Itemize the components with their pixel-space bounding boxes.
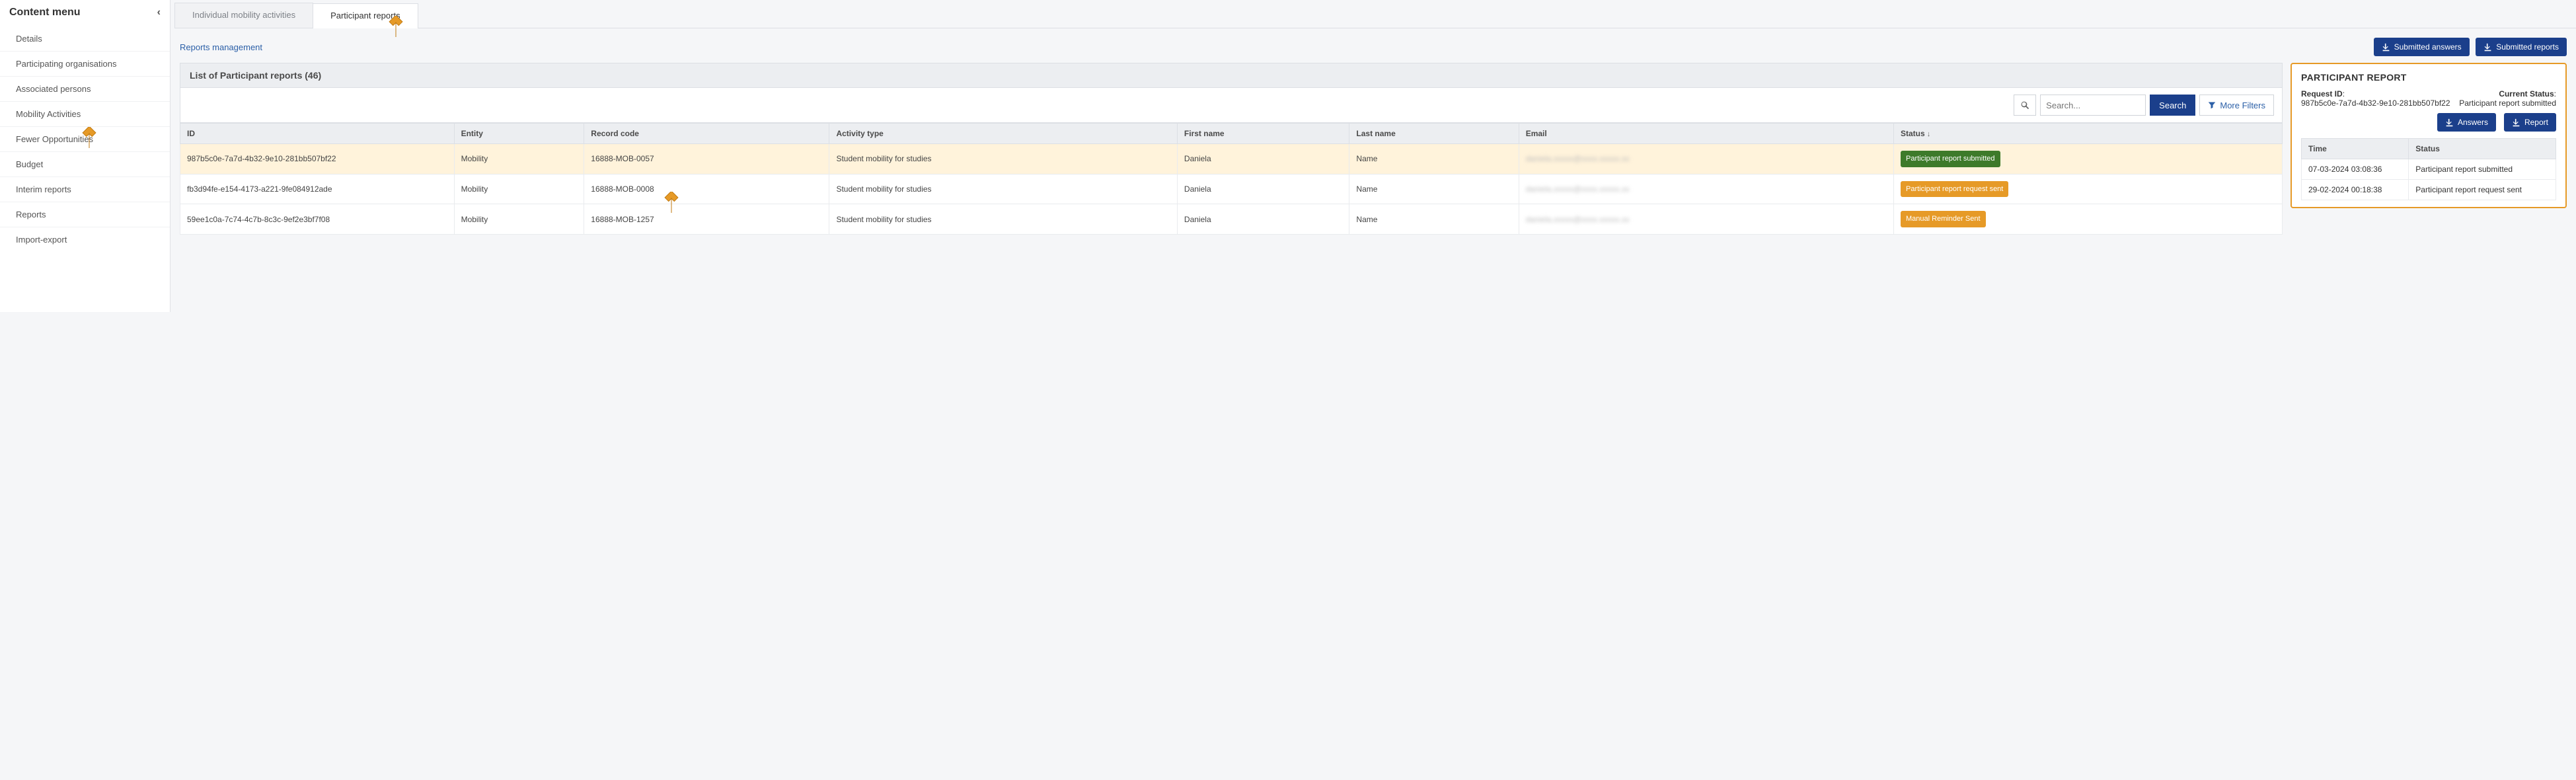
search-input[interactable]	[2040, 95, 2146, 116]
tab-participant-reports[interactable]: Participant reports	[313, 3, 418, 28]
sidebar-item-import-export[interactable]: Import-export	[0, 227, 170, 252]
col-activity[interactable]: Activity type	[829, 124, 1177, 144]
table-row[interactable]: 59ee1c0a-7c74-4c7b-8c3c-9ef2e3bf7f08Mobi…	[180, 204, 2283, 235]
download-icon	[2445, 118, 2454, 127]
report-button[interactable]: Report	[2504, 113, 2556, 132]
sidebar-item-associated-persons[interactable]: Associated persons	[0, 76, 170, 101]
more-filters-label: More Filters	[2220, 100, 2265, 110]
table-row[interactable]: fb3d94fe-e154-4173-a221-9fe084912adeMobi…	[180, 174, 2283, 204]
history-row: 29-02-2024 00:18:38Participant report re…	[2302, 180, 2556, 200]
cell-id: 59ee1c0a-7c74-4c7b-8c3c-9ef2e3bf7f08	[180, 204, 455, 235]
cell-status: Participant report request sent	[1894, 174, 2283, 204]
sidebar-item-mobility-activities[interactable]: Mobility Activities	[0, 101, 170, 126]
request-id-label: Request ID	[2301, 89, 2343, 98]
download-icon	[2483, 43, 2492, 52]
content-menu-sidebar: Content menu ‹ DetailsParticipating orga…	[0, 0, 170, 312]
download-icon	[2512, 118, 2520, 127]
history-col-status[interactable]: Status	[2409, 139, 2556, 159]
col-first[interactable]: First name	[1177, 124, 1349, 144]
col-last[interactable]: Last name	[1349, 124, 1519, 144]
cell-activity: Student mobility for studies	[829, 144, 1177, 175]
list-title: List of Participant reports (46)	[180, 63, 2283, 88]
submitted-reports-button[interactable]: Submitted reports	[2476, 38, 2567, 56]
col-entity[interactable]: Entity	[454, 124, 584, 144]
cell-last: Name	[1349, 204, 1519, 235]
table-row[interactable]: 987b5c0e-7a7d-4b32-9e10-281bb507bf22Mobi…	[180, 144, 2283, 175]
cell-status: Manual Reminder Sent	[1894, 204, 2283, 235]
reports-table: ID Entity Record code Activity type Firs…	[180, 123, 2283, 235]
download-icon	[2382, 43, 2390, 52]
cell-entity: Mobility	[454, 174, 584, 204]
submitted-answers-label: Submitted answers	[2394, 42, 2462, 52]
sort-down-icon: ↓	[1927, 130, 1931, 138]
participant-reports-list: List of Participant reports (46) Search …	[180, 63, 2283, 235]
request-id-value: 987b5c0e-7a7d-4b32-9e10-281bb507bf22	[2301, 98, 2450, 108]
current-status-label: Current Status	[2499, 89, 2554, 98]
cell-last: Name	[1349, 174, 1519, 204]
cell-activity: Student mobility for studies	[829, 174, 1177, 204]
current-status-value: Participant report submitted	[2459, 98, 2556, 108]
tabs-bar: Individual mobility activities Participa…	[174, 3, 2576, 28]
sidebar-item-details[interactable]: Details	[0, 26, 170, 51]
sidebar-item-budget[interactable]: Budget	[0, 151, 170, 176]
cell-email: daniela.xxxxx@xxxx.xxxxx.xx	[1519, 144, 1893, 175]
history-status: Participant report request sent	[2409, 180, 2556, 200]
cell-last: Name	[1349, 144, 1519, 175]
cell-first: Daniela	[1177, 174, 1349, 204]
cell-entity: Mobility	[454, 204, 584, 235]
sidebar-item-interim-reports[interactable]: Interim reports	[0, 176, 170, 202]
col-id[interactable]: ID	[180, 124, 455, 144]
history-status: Participant report submitted	[2409, 159, 2556, 180]
sidebar-item-participating-organisations[interactable]: Participating organisations	[0, 51, 170, 76]
cell-entity: Mobility	[454, 144, 584, 175]
col-status[interactable]: Status↓	[1894, 124, 2283, 144]
sidebar-title: Content menu	[9, 7, 81, 19]
submitted-reports-label: Submitted reports	[2496, 42, 2559, 52]
tab-individual-mobility[interactable]: Individual mobility activities	[174, 3, 313, 28]
cell-first: Daniela	[1177, 204, 1349, 235]
collapse-sidebar-icon[interactable]: ‹	[157, 7, 161, 19]
answers-button[interactable]: Answers	[2437, 113, 2496, 132]
cell-email: daniela.xxxxx@xxxx.xxxxx.xx	[1519, 174, 1893, 204]
col-record[interactable]: Record code	[584, 124, 829, 144]
cell-id: 987b5c0e-7a7d-4b32-9e10-281bb507bf22	[180, 144, 455, 175]
more-filters-button[interactable]: More Filters	[2199, 95, 2274, 116]
history-col-time[interactable]: Time	[2302, 139, 2409, 159]
search-button[interactable]: Search	[2150, 95, 2195, 116]
sidebar-item-fewer-opportunities[interactable]: Fewer Opportunities	[0, 126, 170, 151]
main-area: Individual mobility activities Participa…	[170, 0, 2576, 312]
submitted-answers-button[interactable]: Submitted answers	[2374, 38, 2470, 56]
cell-id: fb3d94fe-e154-4173-a221-9fe084912ade	[180, 174, 455, 204]
cell-first: Daniela	[1177, 144, 1349, 175]
cell-record[interactable]: 16888-MOB-0057	[584, 144, 829, 175]
reports-management-link[interactable]: Reports management	[180, 42, 262, 52]
sidebar-item-reports[interactable]: Reports	[0, 202, 170, 227]
search-icon[interactable]	[2014, 95, 2036, 116]
answers-label: Answers	[2458, 118, 2488, 127]
history-table: Time Status 07-03-2024 03:08:36Participa…	[2301, 138, 2556, 200]
history-time: 29-02-2024 00:18:38	[2302, 180, 2409, 200]
cell-email: daniela.xxxxx@xxxx.xxxxx.xx	[1519, 204, 1893, 235]
filter-icon	[2208, 101, 2216, 109]
cell-activity: Student mobility for studies	[829, 204, 1177, 235]
col-email[interactable]: Email	[1519, 124, 1893, 144]
cell-record[interactable]: 16888-MOB-1257	[584, 204, 829, 235]
detail-heading: PARTICIPANT REPORT	[2301, 72, 2556, 83]
cell-record[interactable]: 16888-MOB-0008	[584, 174, 829, 204]
participant-report-detail: PARTICIPANT REPORT Request ID: 987b5c0e-…	[2291, 63, 2567, 208]
history-row: 07-03-2024 03:08:36Participant report su…	[2302, 159, 2556, 180]
history-time: 07-03-2024 03:08:36	[2302, 159, 2409, 180]
cell-status: Participant report submitted	[1894, 144, 2283, 175]
report-label: Report	[2524, 118, 2548, 127]
